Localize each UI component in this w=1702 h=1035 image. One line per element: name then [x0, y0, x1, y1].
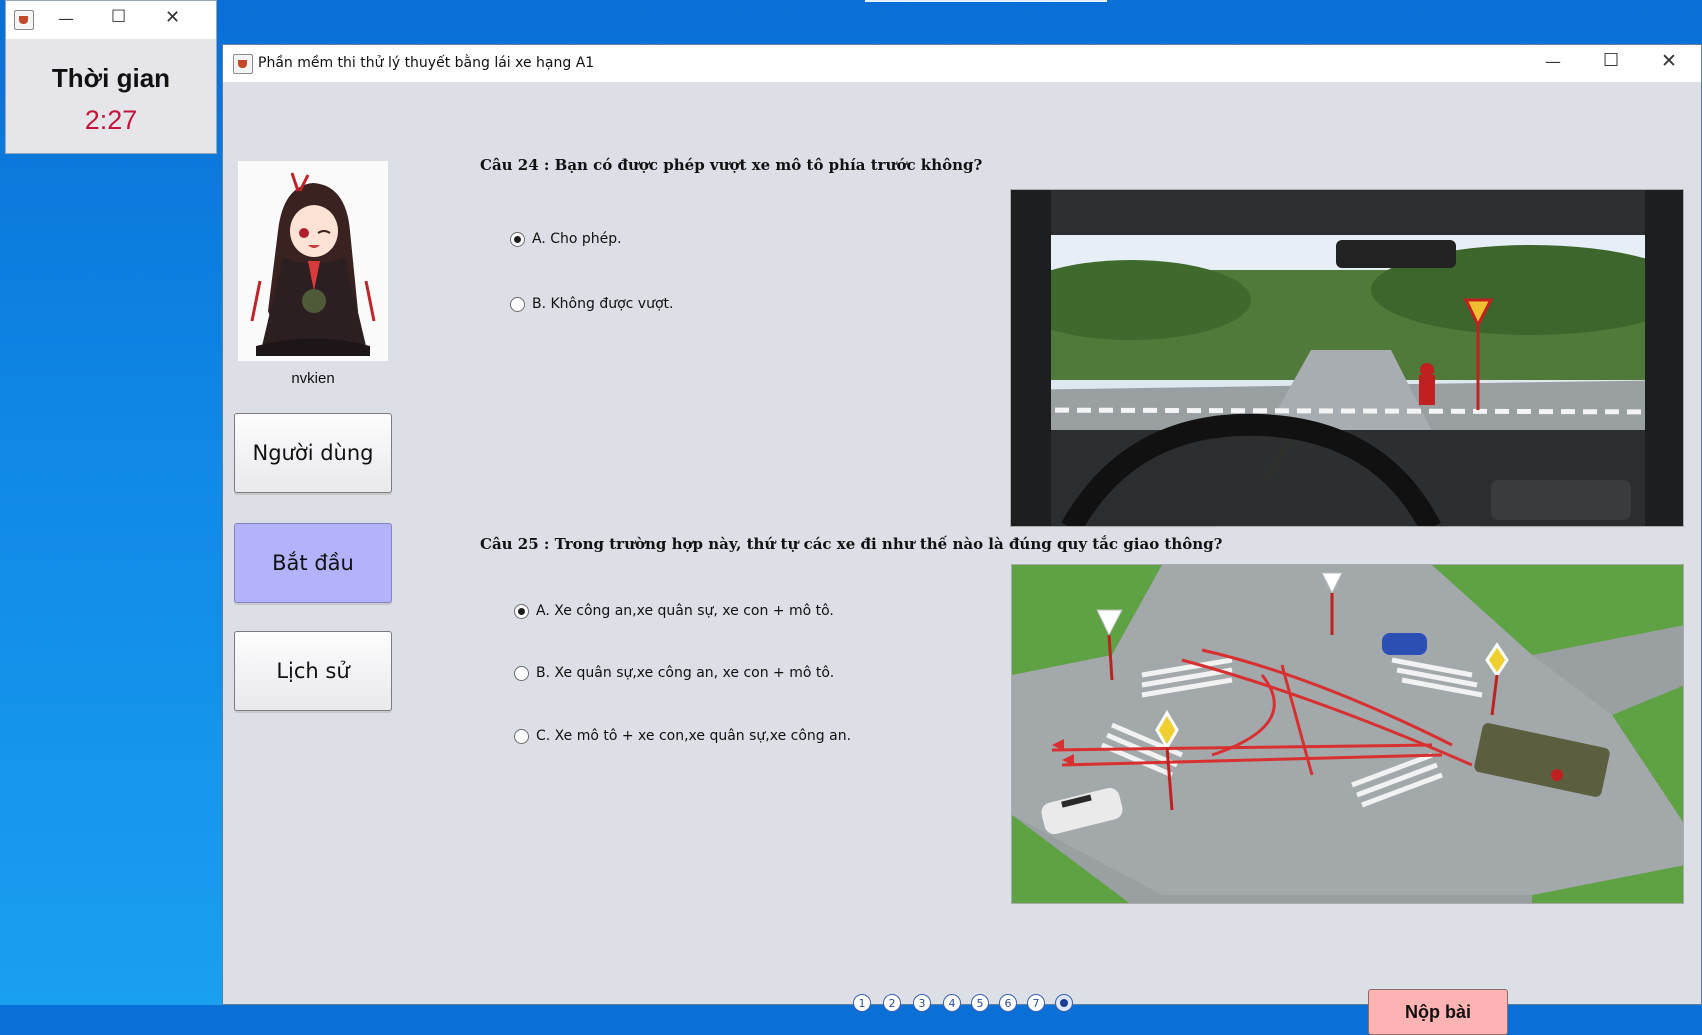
page-button[interactable]: 4 — [943, 994, 961, 1012]
window-title: Phần mềm thi thử lý thuyết bằng lái xe h… — [258, 55, 595, 71]
page-button[interactable]: 5 — [971, 994, 989, 1012]
answer-label: C. Xe mô tô + xe con,xe quân sự,xe công … — [536, 728, 852, 744]
radio-button[interactable] — [510, 296, 525, 312]
minimize-icon[interactable]: — — [1545, 52, 1561, 71]
history-button[interactable]: Lịch sử — [234, 631, 392, 711]
maximize-icon[interactable]: ☐ — [111, 7, 126, 27]
start-button[interactable]: Bắt đầu — [234, 523, 392, 603]
main-window-titlebar: Phần mềm thi thử lý thuyết bằng lái xe h… — [223, 45, 1701, 82]
answer-label: B. Không được vượt. — [532, 296, 674, 312]
question-text: Câu 25 : Trong trường hợp này, thứ tự cá… — [480, 535, 1223, 553]
timer-window-titlebar: — ☐ ✕ — [6, 1, 216, 39]
page-button[interactable]: 3 — [913, 994, 931, 1012]
answer-option[interactable]: C. Xe mô tô + xe con,xe quân sự,xe công … — [514, 728, 851, 744]
radio-button[interactable] — [514, 728, 529, 744]
minimize-icon[interactable]: — — [58, 9, 74, 28]
timer-value: 2:27 — [84, 105, 138, 135]
avatar — [238, 161, 388, 361]
maximize-icon[interactable]: ☐ — [1603, 50, 1619, 71]
question-pagination: 1 2 3 4 5 6 7 — [853, 994, 1085, 1012]
page-button[interactable]: 7 — [1027, 994, 1045, 1012]
radio-button[interactable] — [514, 665, 529, 681]
page-button[interactable]: 6 — [999, 994, 1017, 1012]
page-button[interactable]: 2 — [883, 994, 901, 1012]
timer-window: — ☐ ✕ Thời gian 2:27 — [5, 0, 217, 154]
question-24-image — [1010, 189, 1684, 527]
radio-button-selected[interactable] — [510, 231, 525, 247]
answer-option[interactable]: B. Xe quân sự,xe công an, xe con + mô tô… — [514, 665, 834, 681]
java-app-icon — [14, 10, 34, 30]
close-icon[interactable]: ✕ — [1661, 50, 1677, 72]
user-button[interactable]: Người dùng — [234, 413, 392, 493]
username-label: nvkien — [291, 370, 335, 387]
java-app-icon — [233, 54, 253, 74]
close-icon[interactable]: ✕ — [165, 7, 180, 28]
radio-button-selected[interactable] — [514, 603, 529, 619]
current-page-dot-icon — [1060, 999, 1068, 1007]
submit-button[interactable]: Nộp bài — [1368, 989, 1508, 1035]
answer-option[interactable]: A. Xe công an,xe quân sự, xe con + mô tô… — [514, 603, 834, 619]
answer-label: B. Xe quân sự,xe công an, xe con + mô tô… — [536, 665, 835, 681]
desktop-taskbar-edge — [865, 0, 1107, 2]
content-pane: nvkien Người dùng Bắt đầu Lịch sử Câu 24… — [223, 82, 1701, 1035]
page-button[interactable]: 1 — [853, 994, 871, 1012]
page-button-current[interactable] — [1055, 994, 1073, 1012]
timer-label: Thời gian — [51, 63, 171, 93]
answer-label: A. Cho phép. — [532, 231, 622, 247]
question-text: Câu 24 : Bạn có được phép vượt xe mô tô … — [480, 156, 983, 174]
answer-label: A. Xe công an,xe quân sự, xe con + mô tô… — [536, 603, 834, 619]
answer-option[interactable]: A. Cho phép. — [510, 231, 622, 247]
main-window: Phần mềm thi thử lý thuyết bằng lái xe h… — [222, 44, 1702, 1035]
question-25-image — [1011, 564, 1684, 904]
answer-option[interactable]: B. Không được vượt. — [510, 296, 673, 312]
